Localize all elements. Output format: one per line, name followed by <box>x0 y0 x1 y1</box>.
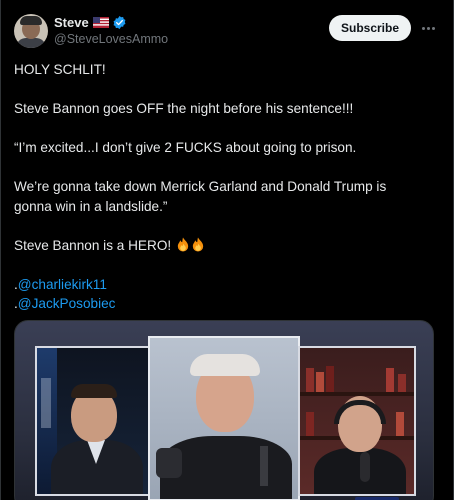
video-thumbnail[interactable] <box>14 320 434 500</box>
subscribe-button[interactable]: Subscribe <box>329 15 411 41</box>
author-names: Steve @SteveLovesAmmo <box>54 14 168 46</box>
tweet-line: gonna win in a landslide.” <box>14 198 168 214</box>
tweet-header: Steve @SteveLovesAmmo Subscribe <box>14 12 442 52</box>
tweet-line: We’re gonna take down Merrick Garland an… <box>14 179 387 194</box>
fire-emoji-icon <box>192 236 204 252</box>
tweet-line-hero: Steve Bannon is a HERO! <box>14 236 440 256</box>
tweet-line: “I’m excited...I don’t give 2 FUCKS abou… <box>14 140 357 155</box>
tweet-text: HOLY SCHLIT! Steve Bannon goes OFF the n… <box>14 60 440 314</box>
author-handle[interactable]: @SteveLovesAmmo <box>54 32 168 46</box>
mention-line: .@JackPosobiec <box>14 294 440 314</box>
tweet-line: Steve Bannon is a HERO! <box>14 237 172 253</box>
fire-emoji-icon <box>177 236 189 252</box>
video-panel-left <box>35 346 151 496</box>
tweet-line: Steve Bannon goes OFF the night before h… <box>14 101 354 116</box>
more-options-icon[interactable] <box>419 20 437 36</box>
video-panel-right <box>298 346 416 496</box>
video-panel-center <box>148 336 300 500</box>
mention-line: .@charliekirk11 <box>14 275 440 295</box>
tweet-line: HOLY SCHLIT! <box>14 62 106 77</box>
mention-link[interactable]: @JackPosobiec <box>18 296 116 311</box>
verified-badge-icon <box>113 15 126 30</box>
mention-link[interactable]: @charliekirk11 <box>18 277 107 292</box>
author-display-name[interactable]: Steve <box>54 15 89 30</box>
tweet: Steve @SteveLovesAmmo Subscribe HOLY SCH… <box>0 0 454 500</box>
timeline-left-border <box>0 0 1 500</box>
avatar[interactable] <box>14 14 48 48</box>
us-flag-icon <box>92 17 109 28</box>
